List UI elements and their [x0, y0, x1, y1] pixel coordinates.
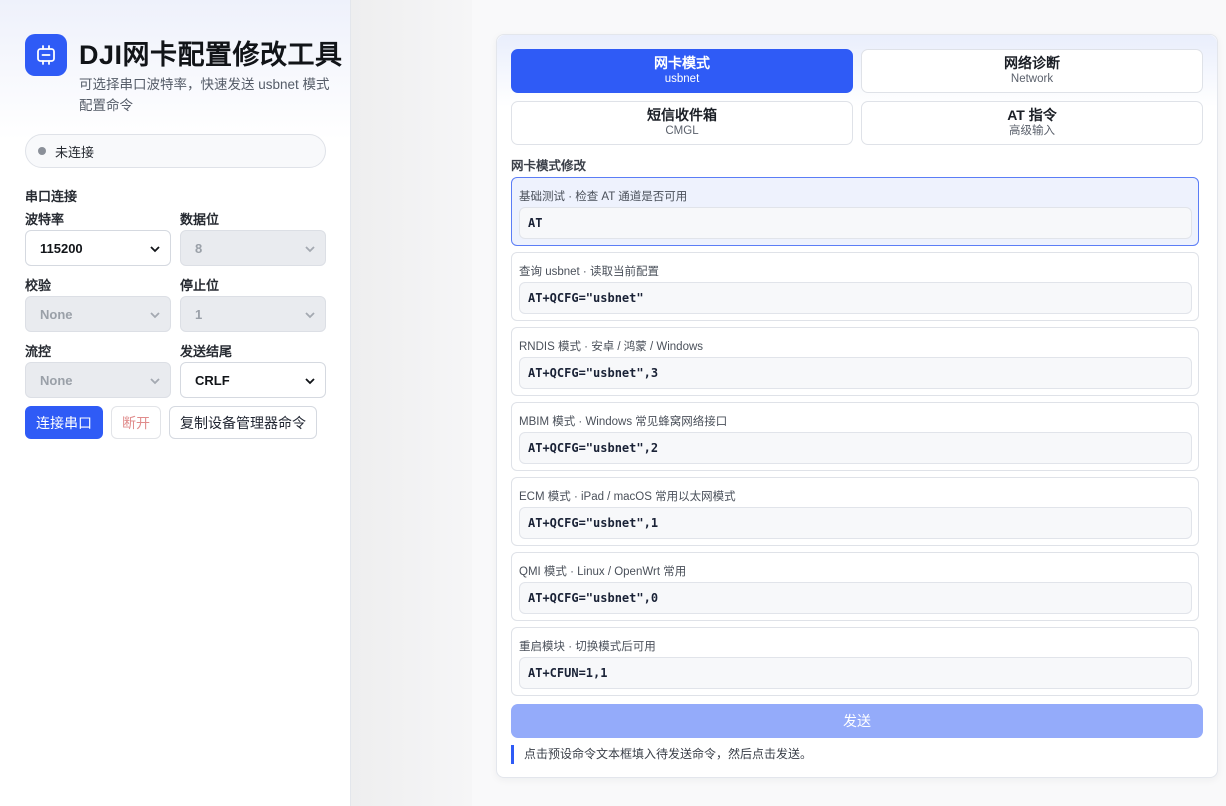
preset-command-card[interactable]: 重启模块 · 切换模式后可用 AT+CFUN=1,1: [511, 627, 1199, 696]
chevron-down-icon: [150, 246, 160, 253]
parity-value: None: [40, 306, 73, 322]
chevron-down-icon: [305, 378, 315, 385]
preset-command-card[interactable]: 查询 usbnet · 读取当前配置 AT+QCFG="usbnet": [511, 252, 1199, 321]
flow-select[interactable]: None: [25, 362, 171, 398]
databits-label: 数据位: [180, 212, 220, 227]
tab-network[interactable]: 网络诊断 Network: [861, 49, 1203, 93]
sidebar: DJI网卡配置修改工具 可选择串口波特率，快速发送 usbnet 模式配置命令 …: [0, 0, 351, 806]
preset-description: 查询 usbnet · 读取当前配置: [519, 266, 659, 278]
tab-subtitle: CMGL: [665, 125, 699, 137]
tab-title: AT 指令: [1007, 107, 1057, 123]
databits-select[interactable]: 8: [180, 230, 326, 266]
disconnect-button[interactable]: 断开: [111, 406, 161, 439]
main-gutter: [351, 0, 472, 806]
connect-button[interactable]: 连接串口: [25, 406, 103, 439]
tab-sms-inbox[interactable]: 短信收件箱 CMGL: [511, 101, 853, 145]
preset-description: 基础测试 · 检查 AT 通道是否可用: [519, 191, 688, 203]
group-title: 网卡模式修改: [511, 159, 587, 173]
flow-value: None: [40, 372, 73, 388]
tab-title: 短信收件箱: [647, 107, 717, 123]
preset-command-field[interactable]: AT+CFUN=1,1: [519, 657, 1192, 689]
copy-device-manager-command-button[interactable]: 复制设备管理器命令: [169, 406, 317, 439]
preset-command-card[interactable]: MBIM 模式 · Windows 常见蜂窝网络接口 AT+QCFG="usbn…: [511, 402, 1199, 471]
preset-description: QMI 模式 · Linux / OpenWrt 常用: [519, 566, 687, 578]
preset-command-field[interactable]: AT: [519, 207, 1192, 239]
app-subtitle: 可选择串口波特率，快速发送 usbnet 模式配置命令: [79, 77, 330, 113]
tab-title: 网络诊断: [1004, 55, 1060, 71]
baud-label: 波特率: [25, 212, 65, 227]
chip-icon: [25, 34, 67, 76]
preset-command-field[interactable]: AT+QCFG="usbnet",0: [519, 582, 1192, 614]
chevron-down-icon: [305, 246, 315, 253]
baud-select[interactable]: 115200: [25, 230, 171, 266]
tab-at-command[interactable]: AT 指令 高级输入: [861, 101, 1203, 145]
preset-command-card[interactable]: ECM 模式 · iPad / macOS 常用以太网模式 AT+QCFG="u…: [511, 477, 1199, 546]
stopbits-value: 1: [195, 306, 203, 322]
flow-label: 流控: [25, 344, 52, 359]
preset-description: MBIM 模式 · Windows 常见蜂窝网络接口: [519, 416, 728, 428]
ending-label: 发送结尾: [180, 344, 233, 359]
chevron-down-icon: [150, 378, 160, 385]
app-title: DJI网卡配置修改工具: [79, 40, 343, 70]
status-dot-icon: [38, 147, 46, 155]
parity-select[interactable]: None: [25, 296, 171, 332]
tab-subtitle: usbnet: [664, 73, 700, 85]
stopbits-select[interactable]: 1: [180, 296, 326, 332]
ending-value: CRLF: [195, 372, 230, 388]
tab-usbnet[interactable]: 网卡模式 usbnet: [511, 49, 853, 93]
parity-label: 校验: [25, 278, 52, 293]
ending-select[interactable]: CRLF: [180, 362, 326, 398]
preset-command-field[interactable]: AT+QCFG="usbnet",2: [519, 432, 1192, 464]
send-button[interactable]: 发送: [511, 704, 1203, 738]
tab-subtitle: Network: [1010, 73, 1054, 85]
preset-description: RNDIS 模式 · 安卓 / 鸿蒙 / Windows: [519, 341, 704, 353]
tab-subtitle: 高级输入: [1009, 125, 1055, 137]
preset-description: ECM 模式 · iPad / macOS 常用以太网模式: [519, 491, 736, 503]
chevron-down-icon: [150, 312, 160, 319]
preset-command-card[interactable]: RNDIS 模式 · 安卓 / 鸿蒙 / Windows AT+QCFG="us…: [511, 327, 1199, 396]
chevron-down-icon: [305, 312, 315, 319]
baud-value: 115200: [40, 240, 83, 256]
usage-hint: 点击预设命令文本框填入待发送命令，然后点击发送。: [511, 745, 812, 764]
preset-command-field[interactable]: AT+QCFG="usbnet",3: [519, 357, 1192, 389]
tab-title: 网卡模式: [654, 55, 710, 71]
preset-command-card[interactable]: QMI 模式 · Linux / OpenWrt 常用 AT+QCFG="usb…: [511, 552, 1199, 621]
preset-command-field[interactable]: AT+QCFG="usbnet",1: [519, 507, 1192, 539]
preset-command-field[interactable]: AT+QCFG="usbnet": [519, 282, 1192, 314]
preset-description: 重启模块 · 切换模式后可用: [519, 641, 656, 653]
status-text: 未连接: [55, 144, 95, 160]
preset-command-card[interactable]: 基础测试 · 检查 AT 通道是否可用 AT: [511, 177, 1199, 246]
stopbits-label: 停止位: [180, 278, 220, 293]
databits-value: 8: [195, 240, 203, 256]
connection-status: 未连接: [25, 134, 326, 168]
serial-section-title: 串口连接: [25, 189, 78, 204]
